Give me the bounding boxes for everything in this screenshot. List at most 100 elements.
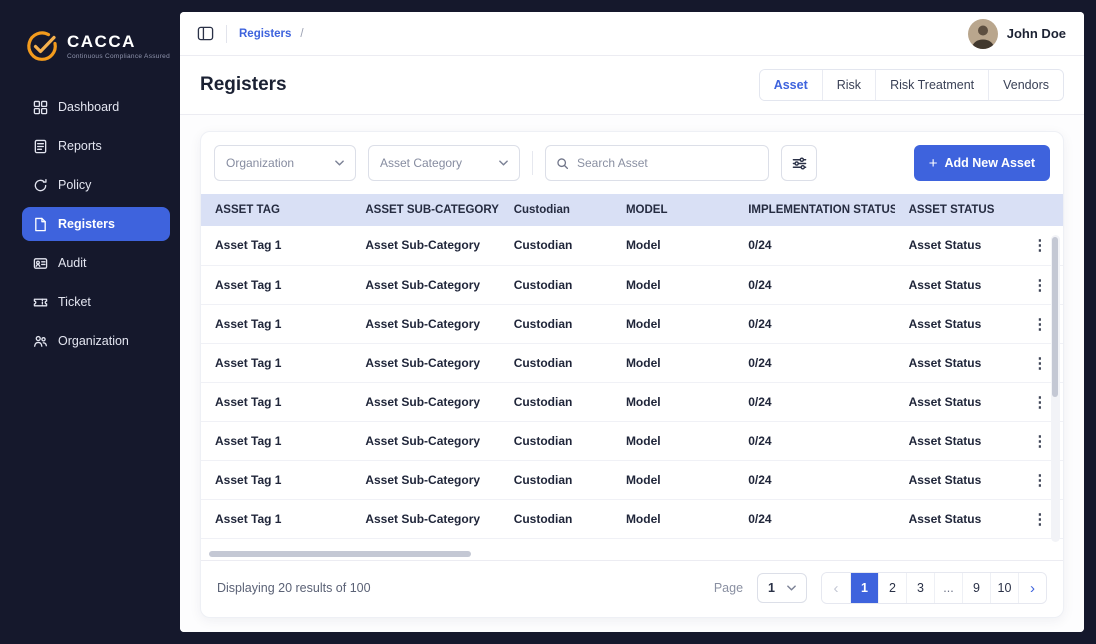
sidebar-item-label: Policy xyxy=(58,178,92,192)
table-cell: Asset Tag 1 xyxy=(201,460,352,500)
brand: CACCA Continuous Compliance Assured xyxy=(12,18,180,90)
table-footer: Displaying 20 results of 100 Page 1 ‹ 1 2 3… xyxy=(201,560,1063,617)
table-cell: Asset Tag 1 xyxy=(201,382,352,422)
table-row: Asset Tag 1Asset Sub-CategoryCustodianMo… xyxy=(201,499,1063,539)
sidebar-item-audit[interactable]: Audit xyxy=(22,246,170,280)
horizontal-scrollbar-thumb[interactable] xyxy=(209,551,471,557)
sidebar-item-label: Reports xyxy=(58,139,102,153)
registers-icon xyxy=(32,216,48,232)
table-cell: 0/24 xyxy=(734,499,895,539)
table-cell: Custodian xyxy=(499,343,612,383)
user-menu[interactable]: John Doe xyxy=(967,18,1066,49)
table-cell: Custodian xyxy=(499,538,612,548)
pagination-page-1[interactable]: 1 xyxy=(850,573,878,603)
cacca-logo-icon xyxy=(24,28,60,64)
pagination-page-10[interactable]: 10 xyxy=(990,573,1018,603)
table-body: Asset Tag 1 Asset Sub-Category Custodian Mo… xyxy=(201,226,1063,548)
topbar: Registers / John Doe xyxy=(180,12,1084,56)
table-row: Asset Tag 1Asset Sub-CategoryCustodianMo… xyxy=(201,304,1063,344)
table-cell: Asset Sub-Category xyxy=(351,265,500,305)
reports-icon xyxy=(32,138,48,154)
table-cell: Model xyxy=(611,382,735,422)
breadcrumb[interactable]: Registers xyxy=(239,28,291,40)
vertical-scrollbar[interactable] xyxy=(1051,235,1060,542)
asset-category-select-value: Asset Category xyxy=(380,156,463,170)
register-tabs: Asset Risk Risk Treatment Vendors xyxy=(758,69,1064,101)
pagination-page-3[interactable]: 3 xyxy=(906,573,934,603)
user-name: John Doe xyxy=(1006,26,1066,41)
sidebar-item-label: Ticket xyxy=(58,295,91,309)
avatar[interactable] xyxy=(967,18,998,49)
table-cell: Model xyxy=(611,343,735,383)
filters-divider xyxy=(532,151,533,175)
asset-category-select[interactable]: Asset Category xyxy=(368,145,520,181)
table-cell: Asset Tag 1 xyxy=(201,226,352,266)
tab-vendors[interactable]: Vendors xyxy=(988,70,1063,100)
plus-icon: + xyxy=(928,154,938,172)
page-title: Registers xyxy=(200,74,287,95)
sidebar-item-label: Organization xyxy=(58,334,129,348)
chevron-down-icon xyxy=(335,160,344,166)
organization-icon xyxy=(32,333,48,349)
vertical-scrollbar-thumb[interactable] xyxy=(1052,237,1058,397)
breadcrumb-separator: / xyxy=(300,27,304,40)
sidebar-item-ticket[interactable]: Ticket xyxy=(22,285,170,319)
table-cell: Asset Sub-Category xyxy=(351,499,500,539)
sidebar-item-organization[interactable]: Organization xyxy=(22,324,170,358)
pagination-next-button[interactable]: › xyxy=(1018,573,1046,603)
table-cell: Asset Status xyxy=(894,382,1017,422)
table-cell: Model xyxy=(611,538,735,548)
sidebar-item-reports[interactable]: Reports xyxy=(22,129,170,163)
content-area: Organization Asset Category Search Asset… xyxy=(180,115,1084,632)
filter-settings-button[interactable] xyxy=(781,145,817,181)
table-cell: Asset Status xyxy=(894,499,1017,539)
table-cell: Model xyxy=(611,460,735,500)
table-cell: Custodian xyxy=(499,226,612,266)
table-row: Asset Tag 1Asset Sub-CategoryCustodianMo… xyxy=(201,343,1063,383)
main-panel: Registers / John Doe Registers Asset Risk… xyxy=(180,12,1084,632)
search-input[interactable] xyxy=(577,156,758,170)
table-row: Asset Tag 1Asset Sub-CategoryCustodianMo… xyxy=(201,382,1063,422)
filters-bar: Organization Asset Category Search Asset… xyxy=(201,132,1063,194)
brand-name: CACCA xyxy=(67,31,136,51)
sidebar-toggle-button[interactable] xyxy=(192,21,218,47)
tab-risk-treatment[interactable]: Risk Treatment xyxy=(875,70,989,100)
table-row: Asset Tag 1Asset Sub-CategoryCustodianMo… xyxy=(201,421,1063,461)
table-cell: 0/24 xyxy=(734,382,895,422)
sidebar-item-registers[interactable]: Registers xyxy=(22,207,170,241)
add-new-asset-button[interactable]: + Add New Asset xyxy=(913,145,1050,181)
table-cell: Custodian xyxy=(499,304,612,344)
table-cell: Asset Tag 1 xyxy=(201,265,352,305)
page-number-value: 1 xyxy=(768,581,775,595)
table-cell: Asset Sub-Category xyxy=(351,538,500,548)
table-cell: Asset Tag 1 xyxy=(201,499,352,539)
table-cell: Custodian xyxy=(499,382,612,422)
table-cell: Asset Status xyxy=(894,226,1017,266)
table-cell: 0/24 xyxy=(734,226,895,266)
page-number-select[interactable]: 1 xyxy=(757,573,807,603)
table-cell: Asset Status xyxy=(894,304,1017,344)
pagination-ellipsis: ... xyxy=(934,573,962,603)
tab-risk[interactable]: Risk xyxy=(821,70,876,100)
table-cell: Model xyxy=(611,304,735,344)
pagination-page-9[interactable]: 9 xyxy=(962,573,990,603)
table-cell: Asset Sub-Category xyxy=(351,460,500,500)
add-new-asset-label: Add New Asset xyxy=(944,156,1035,170)
table-cell: Model xyxy=(611,226,735,266)
pagination-prev-button[interactable]: ‹ xyxy=(822,573,850,603)
sidebar-item-policy[interactable]: Policy xyxy=(22,168,170,202)
table-header-row: ASSET TAG ASSET SUB-CATEGORY Custodian MODE… xyxy=(201,194,1063,226)
tab-asset[interactable]: Asset xyxy=(759,70,822,100)
table-cell: Asset Status xyxy=(894,421,1017,461)
column-header: ASSET TAG xyxy=(201,194,352,226)
pagination-page-2[interactable]: 2 xyxy=(878,573,906,603)
organization-select[interactable]: Organization xyxy=(214,145,356,181)
column-header-actions xyxy=(1016,194,1063,226)
organization-select-value: Organization xyxy=(226,156,295,170)
asset-register-card: Organization Asset Category Search Asset… xyxy=(200,131,1064,618)
horizontal-scrollbar[interactable] xyxy=(201,548,1063,560)
asset-search xyxy=(545,145,769,181)
table-cell: 0/24 xyxy=(734,343,895,383)
sliders-icon xyxy=(792,156,806,170)
sidebar-item-dashboard[interactable]: Dashboard xyxy=(22,90,170,124)
